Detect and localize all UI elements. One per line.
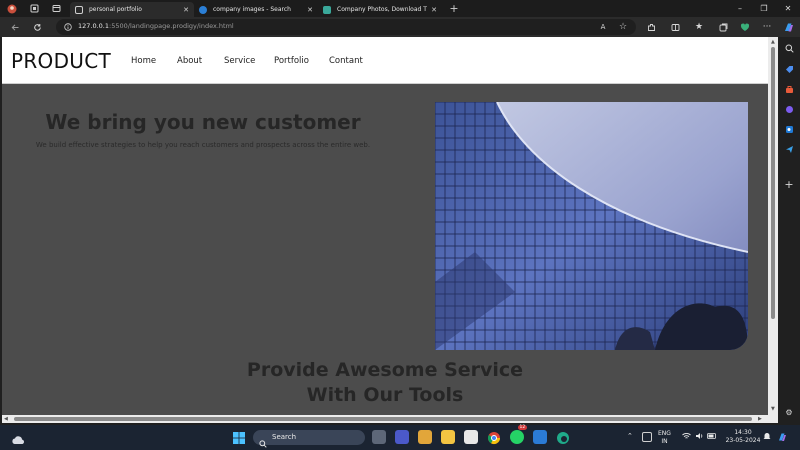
teams-icon[interactable] — [395, 430, 409, 444]
chrome-icon[interactable] — [487, 430, 501, 445]
bing-search-icon — [199, 5, 207, 14]
site-logo[interactable]: PRODUCT — [11, 49, 111, 73]
scroll-down-arrow-icon[interactable]: ▼ — [771, 406, 775, 412]
extensions-icon[interactable] — [644, 20, 658, 34]
close-tab-icon[interactable]: ✕ — [431, 6, 437, 14]
close-tab-icon[interactable]: ✕ — [307, 6, 313, 14]
services-section-title: Provide Awesome Service With Our Tools — [2, 358, 768, 408]
tab-title: Company Photos, Download The — [337, 6, 428, 13]
horizontal-scrollbar[interactable]: ◀ ▶ — [2, 415, 778, 423]
edge-sidebar: + ⚙ — [778, 37, 800, 423]
more-options-icon[interactable]: ··· — [760, 20, 774, 34]
search-label: Search — [272, 433, 297, 441]
wifi-icon[interactable] — [682, 432, 691, 443]
restore-button[interactable]: ❐ — [752, 0, 776, 17]
tab-actions-icon[interactable] — [48, 1, 64, 17]
url-text: 127.0.0.1:5500/landingpage.prodigy/index… — [78, 22, 234, 30]
services-title-line-2: With Our Tools — [306, 384, 464, 406]
games-icon[interactable] — [782, 102, 796, 116]
weather-icon[interactable] — [11, 431, 25, 445]
read-aloud-icon[interactable]: A — [596, 20, 610, 34]
url-path: :5500/landingpage.prodigy/index.html — [109, 22, 234, 30]
site-navbar: PRODUCT Home About Service Portfolio Con… — [2, 37, 768, 84]
hero-subtitle: We build effective strategies to help yo… — [35, 141, 371, 149]
microsoft-store-icon[interactable] — [464, 430, 478, 444]
start-windows-icon[interactable] — [232, 430, 246, 444]
address-toolbar: 127.0.0.1:5500/landingpage.prodigy/index… — [0, 17, 800, 37]
nav-link-service[interactable]: Service — [224, 56, 255, 66]
search-icon[interactable] — [782, 41, 796, 55]
nav-link-contact[interactable]: Contant — [329, 56, 363, 66]
tab-company-photos[interactable]: Company Photos, Download The ✕ — [318, 2, 442, 17]
close-window-button[interactable]: ✕ — [776, 0, 800, 17]
settings-gear-icon[interactable]: ⚙ — [782, 405, 796, 419]
url-host: 127.0.0.1 — [78, 22, 110, 30]
show-hidden-icons-chevron-icon[interactable]: ⌃ — [627, 432, 633, 440]
scroll-left-arrow-icon[interactable]: ◀ — [4, 416, 8, 422]
language-indicator[interactable]: ENG IN — [658, 430, 671, 446]
tab-personal-portfolio[interactable]: personal portfolio ✕ — [70, 2, 194, 17]
whatsapp-icon[interactable]: 12 — [510, 425, 527, 444]
battery-icon[interactable] — [707, 432, 717, 443]
hero-building-image — [435, 102, 748, 350]
vertical-scroll-thumb[interactable] — [771, 47, 775, 319]
profile-icon[interactable] — [4, 1, 20, 17]
tools-icon[interactable] — [782, 82, 796, 96]
split-screen-icon[interactable] — [668, 20, 682, 34]
nav-link-portfolio[interactable]: Portfolio — [274, 56, 309, 66]
close-tab-icon[interactable]: ✕ — [183, 6, 189, 14]
file-explorer-icon[interactable] — [441, 430, 455, 444]
task-view-icon[interactable] — [372, 430, 386, 444]
back-arrow-icon[interactable] — [8, 20, 22, 34]
tab-company-images[interactable]: company images - Search ✕ — [194, 2, 318, 17]
web-page-viewport: PRODUCT Home About Service Portfolio Con… — [2, 37, 768, 415]
nav-link-home[interactable]: Home — [131, 56, 156, 66]
favorite-star-icon[interactable]: ☆ — [616, 20, 630, 34]
clock-time: 14:30 — [734, 429, 752, 436]
site-favicon-icon — [323, 5, 331, 14]
refresh-icon[interactable] — [30, 20, 44, 34]
scroll-right-arrow-icon[interactable]: ▶ — [758, 416, 762, 422]
shopping-tag-icon[interactable] — [782, 62, 796, 76]
volume-icon[interactable] — [695, 432, 704, 443]
hero-title: We bring you new customer — [45, 110, 361, 134]
tab-title: personal portfolio — [89, 6, 142, 13]
services-title-line-1: Provide Awesome Service — [246, 359, 524, 381]
language-code: ENG — [658, 430, 671, 437]
clock[interactable]: 14:30 23-05-2024 — [723, 429, 763, 445]
desktop-screen: personal portfolio ✕ company images - Se… — [0, 0, 800, 450]
favorites-icon[interactable]: ★ — [692, 20, 706, 34]
clock-date: 23-05-2024 — [725, 437, 761, 444]
notification-badge: 12 — [518, 425, 527, 430]
workspaces-icon[interactable] — [26, 1, 42, 17]
tray-app-icon[interactable] — [642, 432, 652, 442]
widgets-icon[interactable] — [418, 430, 432, 444]
notification-bell-icon[interactable] — [763, 432, 771, 444]
edge-browser-icon[interactable] — [556, 430, 570, 444]
page-icon — [75, 5, 83, 14]
keyboard-region: IN — [661, 438, 668, 445]
send-icon[interactable] — [782, 142, 796, 156]
vscode-icon[interactable] — [533, 430, 547, 444]
copilot-icon[interactable] — [781, 20, 795, 34]
nav-link-about[interactable]: About — [177, 56, 202, 66]
browser-essentials-icon[interactable] — [738, 20, 752, 34]
add-sidebar-app-icon[interactable]: + — [782, 177, 796, 191]
scroll-up-arrow-icon[interactable]: ▲ — [771, 39, 775, 45]
copilot-taskbar-icon[interactable] — [777, 432, 787, 445]
address-bar[interactable]: 127.0.0.1:5500/landingpage.prodigy/index… — [56, 19, 636, 35]
horizontal-scroll-thumb[interactable] — [14, 417, 752, 421]
tab-title: company images - Search — [213, 6, 291, 13]
vertical-scrollbar[interactable]: ▲ ▼ — [768, 37, 778, 415]
info-icon[interactable] — [61, 20, 75, 34]
outlook-icon[interactable] — [782, 122, 796, 136]
taskbar-search-box[interactable]: Search — [253, 430, 365, 448]
browser-tab-bar: personal portfolio ✕ company images - Se… — [0, 0, 800, 17]
search-icon — [259, 433, 267, 450]
new-tab-button[interactable]: + — [446, 1, 462, 17]
collections-icon[interactable] — [716, 20, 730, 34]
windows-taskbar: Search 12 ⌃ ENG IN 14:30 23-05-2024 — [0, 425, 800, 450]
minimize-button[interactable]: – — [728, 0, 752, 17]
